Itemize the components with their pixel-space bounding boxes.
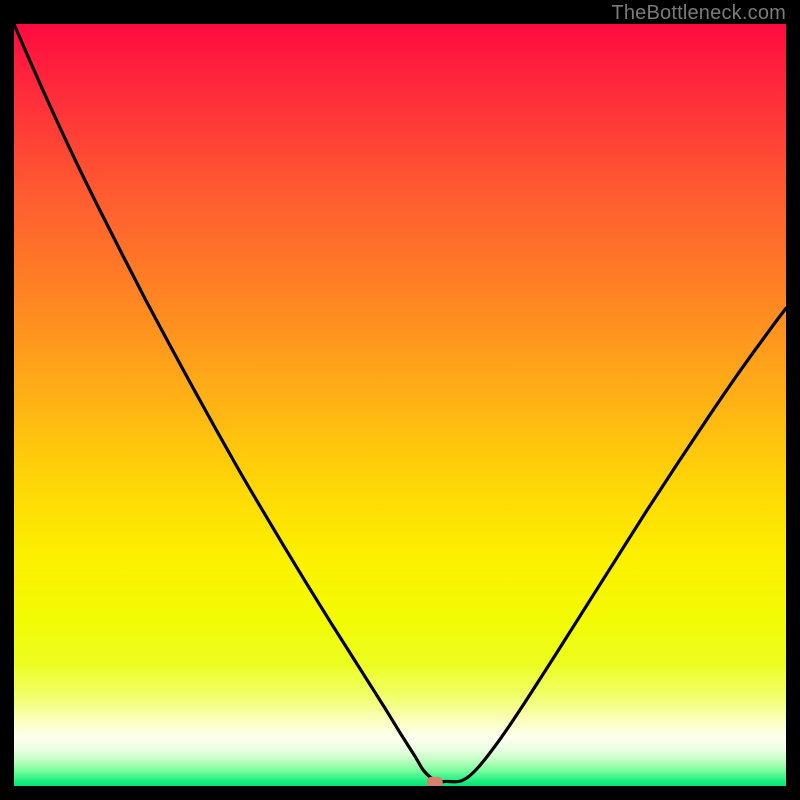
bottleneck-chart <box>14 24 786 786</box>
attribution-text: TheBottleneck.com <box>611 2 786 25</box>
gradient-background <box>14 24 786 786</box>
optimum-marker <box>427 777 443 786</box>
chart-container: TheBottleneck.com <box>0 0 800 800</box>
plot-area <box>14 24 786 786</box>
